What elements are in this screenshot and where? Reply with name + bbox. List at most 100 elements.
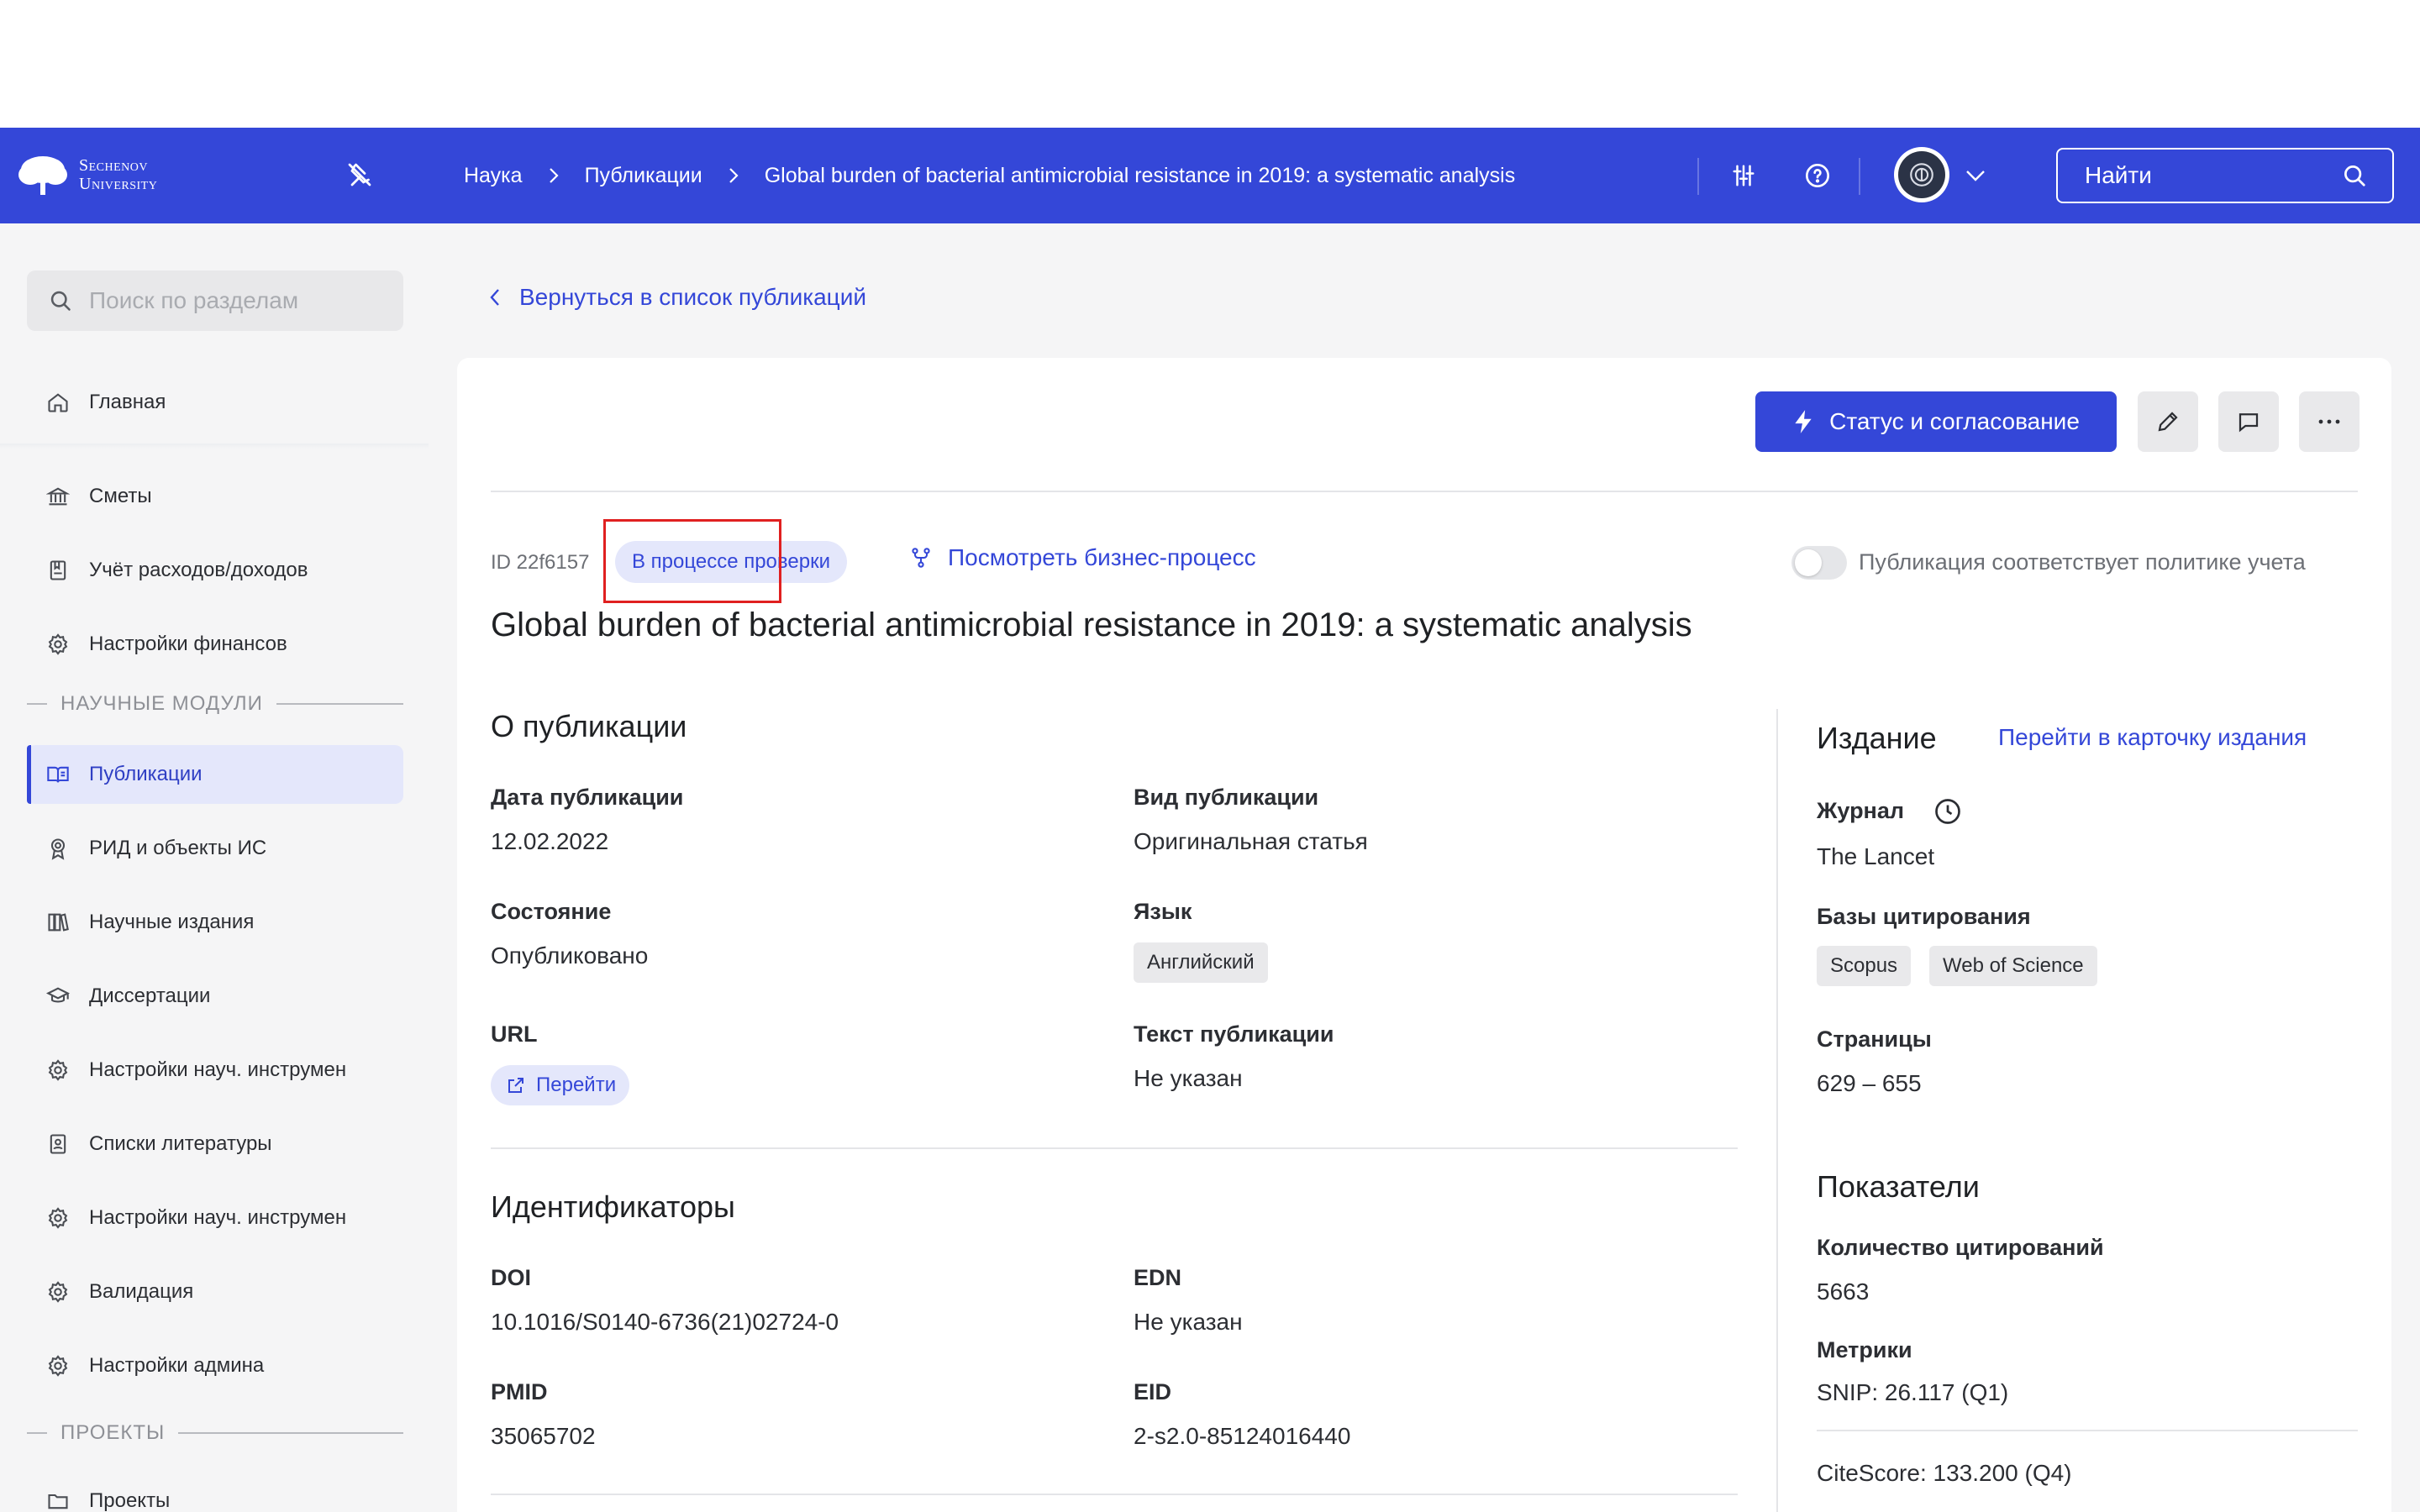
sidebar: Поиск по разделам Главная Сметы Учёт рас… bbox=[0, 223, 429, 1512]
sidebar-item-projects[interactable]: Проекты bbox=[27, 1472, 403, 1512]
breadcrumb-publications[interactable]: Публикации bbox=[585, 164, 702, 188]
pmid-value: 35065702 bbox=[491, 1423, 596, 1449]
header-divider bbox=[1859, 158, 1860, 195]
highlight-box bbox=[603, 519, 781, 603]
sidebar-item-estimates[interactable]: Сметы bbox=[27, 467, 403, 526]
chevron-down-icon[interactable] bbox=[1960, 160, 1991, 192]
logo[interactable]: Sechenov University bbox=[17, 153, 157, 197]
sidebar-item-scientific-editions[interactable]: Научные издания bbox=[27, 893, 403, 952]
metrics-label: Метрики bbox=[1817, 1337, 1912, 1362]
publication-title: Global burden of bacterial antimicrobial… bbox=[491, 606, 1692, 643]
sidebar-item-home[interactable]: Главная bbox=[27, 373, 403, 432]
avatar-image bbox=[1898, 151, 1945, 198]
sidebar-item-admin-settings[interactable]: Настройки админа bbox=[27, 1336, 403, 1395]
doi-label: DOI bbox=[491, 1265, 532, 1290]
logo-line-2: University bbox=[79, 175, 158, 193]
edit-button[interactable] bbox=[2138, 391, 2198, 452]
global-search-input[interactable]: Найти bbox=[2056, 148, 2394, 203]
sidebar-item-label: Настройки финансов bbox=[89, 633, 287, 655]
sidebar-item-label: Проекты bbox=[89, 1489, 171, 1512]
state-label: Состояние bbox=[491, 899, 612, 924]
avatar[interactable] bbox=[1894, 147, 1949, 202]
type-label: Вид публикации bbox=[1134, 785, 1319, 810]
edition-card-link[interactable]: Перейти в карточку издания bbox=[1998, 724, 2307, 751]
sidebar-item-validation[interactable]: Валидация bbox=[27, 1263, 403, 1321]
business-process-link[interactable]: Посмотреть бизнес-процесс bbox=[909, 544, 1256, 571]
citation-base-chip: Web of Science bbox=[1929, 946, 2097, 986]
url-open-link[interactable]: Перейти bbox=[491, 1065, 630, 1105]
journal-label: Журнал bbox=[1817, 798, 1905, 823]
external-link-icon bbox=[508, 1078, 523, 1093]
journal-value: The Lancet bbox=[1817, 843, 1935, 869]
eid-value: 2-s2.0-85124016440 bbox=[1134, 1423, 1351, 1449]
section-label: НАУЧНЫЕ МОДУЛИ bbox=[60, 692, 263, 715]
type-value: Оригинальная статья bbox=[1134, 828, 1368, 854]
sidebar-item-accounting[interactable]: Учёт расходов/доходов bbox=[27, 541, 403, 600]
chevron-right-icon bbox=[548, 166, 560, 185]
state-value: Опубликовано bbox=[491, 942, 649, 969]
url-open-label: Перейти bbox=[536, 1074, 617, 1096]
back-to-list-link[interactable]: Вернуться в список публикаций bbox=[489, 284, 866, 311]
policy-toggle[interactable] bbox=[1791, 546, 1847, 580]
comment-button[interactable] bbox=[2218, 391, 2279, 452]
history-icon[interactable] bbox=[1933, 796, 1963, 831]
section-label: ПРОЕКТЫ bbox=[60, 1421, 166, 1444]
lightning-icon bbox=[1795, 410, 1812, 433]
language-chip: Английский bbox=[1134, 942, 1268, 983]
citations-label: Количество цитирований bbox=[1817, 1235, 2104, 1260]
sidebar-item-label: РИД и объекты ИС bbox=[89, 837, 267, 859]
citations-value: 5663 bbox=[1817, 1278, 1870, 1305]
sidebar-item-rid[interactable]: РИД и объекты ИС bbox=[27, 819, 403, 878]
sidebar-item-publications[interactable]: Публикации bbox=[27, 745, 403, 804]
sidebar-item-dissertations[interactable]: Диссертации bbox=[27, 967, 403, 1026]
eid-label: EID bbox=[1134, 1379, 1172, 1404]
url-label: URL bbox=[491, 1021, 538, 1047]
gear-icon bbox=[45, 632, 71, 657]
top-blank-area bbox=[0, 0, 2420, 128]
sidebar-item-label: Главная bbox=[89, 391, 166, 413]
header-divider bbox=[1697, 158, 1699, 195]
breadcrumb-science[interactable]: Наука bbox=[464, 164, 523, 188]
policy-toggle-label: Публикация соответствует политике учета bbox=[1859, 549, 2306, 575]
sidebar-item-label: Сметы bbox=[89, 485, 152, 507]
chevron-left-icon bbox=[490, 289, 499, 306]
books-icon bbox=[45, 910, 71, 935]
pencil-icon bbox=[2158, 412, 2178, 432]
divider bbox=[491, 1147, 1738, 1149]
sidebar-search-placeholder: Поиск по разделам bbox=[89, 287, 299, 313]
edn-label: EDN bbox=[1134, 1265, 1182, 1290]
home-icon bbox=[45, 390, 71, 415]
sidebar-item-label: Настройки админа bbox=[89, 1354, 265, 1377]
award-icon bbox=[45, 836, 71, 861]
sidebar-item-label: Валидация bbox=[89, 1280, 194, 1303]
sidebar-item-reference-lists[interactable]: Списки литературы bbox=[27, 1115, 403, 1173]
citescore-value: CiteScore: 133.200 (Q4) bbox=[1817, 1460, 2072, 1486]
status-approval-button[interactable]: Статус и согласование bbox=[1755, 391, 2117, 452]
divider bbox=[491, 491, 2358, 492]
doi-value: 10.1016/S0140-6736(21)02724-0 bbox=[491, 1309, 839, 1335]
text-value: Не указан bbox=[1134, 1065, 1243, 1091]
sidebar-search-input[interactable]: Поиск по разделам bbox=[27, 270, 403, 331]
text-label: Текст публикации bbox=[1134, 1021, 1334, 1047]
sidebar-item-sci-tools-settings-2[interactable]: Настройки науч. инструмен bbox=[27, 1189, 403, 1247]
logo-text: Sechenov University bbox=[79, 156, 157, 193]
more-button[interactable] bbox=[2299, 391, 2360, 452]
section-line bbox=[178, 1432, 403, 1434]
section-projects: ПРОЕКТЫ bbox=[27, 1421, 403, 1445]
sidebar-item-finance-settings[interactable]: Настройки финансов bbox=[27, 615, 403, 674]
branch-icon bbox=[912, 548, 930, 568]
unpin-sidebar-icon[interactable] bbox=[345, 160, 375, 190]
about-heading: О публикации bbox=[491, 709, 687, 743]
section-line bbox=[276, 703, 403, 705]
divider bbox=[491, 1494, 1738, 1495]
citation-base-chip: Scopus bbox=[1817, 946, 1912, 986]
list-icon bbox=[45, 1131, 71, 1157]
identifiers-heading: Идентификаторы bbox=[491, 1189, 735, 1224]
gear-icon bbox=[45, 1353, 71, 1378]
sidebar-item-sci-tools-settings-1[interactable]: Настройки науч. инструмен bbox=[27, 1041, 403, 1100]
status-approval-label: Статус и согласование bbox=[1829, 408, 2080, 434]
help-icon[interactable] bbox=[1802, 160, 1833, 192]
book-icon bbox=[45, 762, 71, 787]
date-label: Дата публикации bbox=[491, 785, 684, 810]
filters-icon[interactable] bbox=[1728, 160, 1760, 192]
